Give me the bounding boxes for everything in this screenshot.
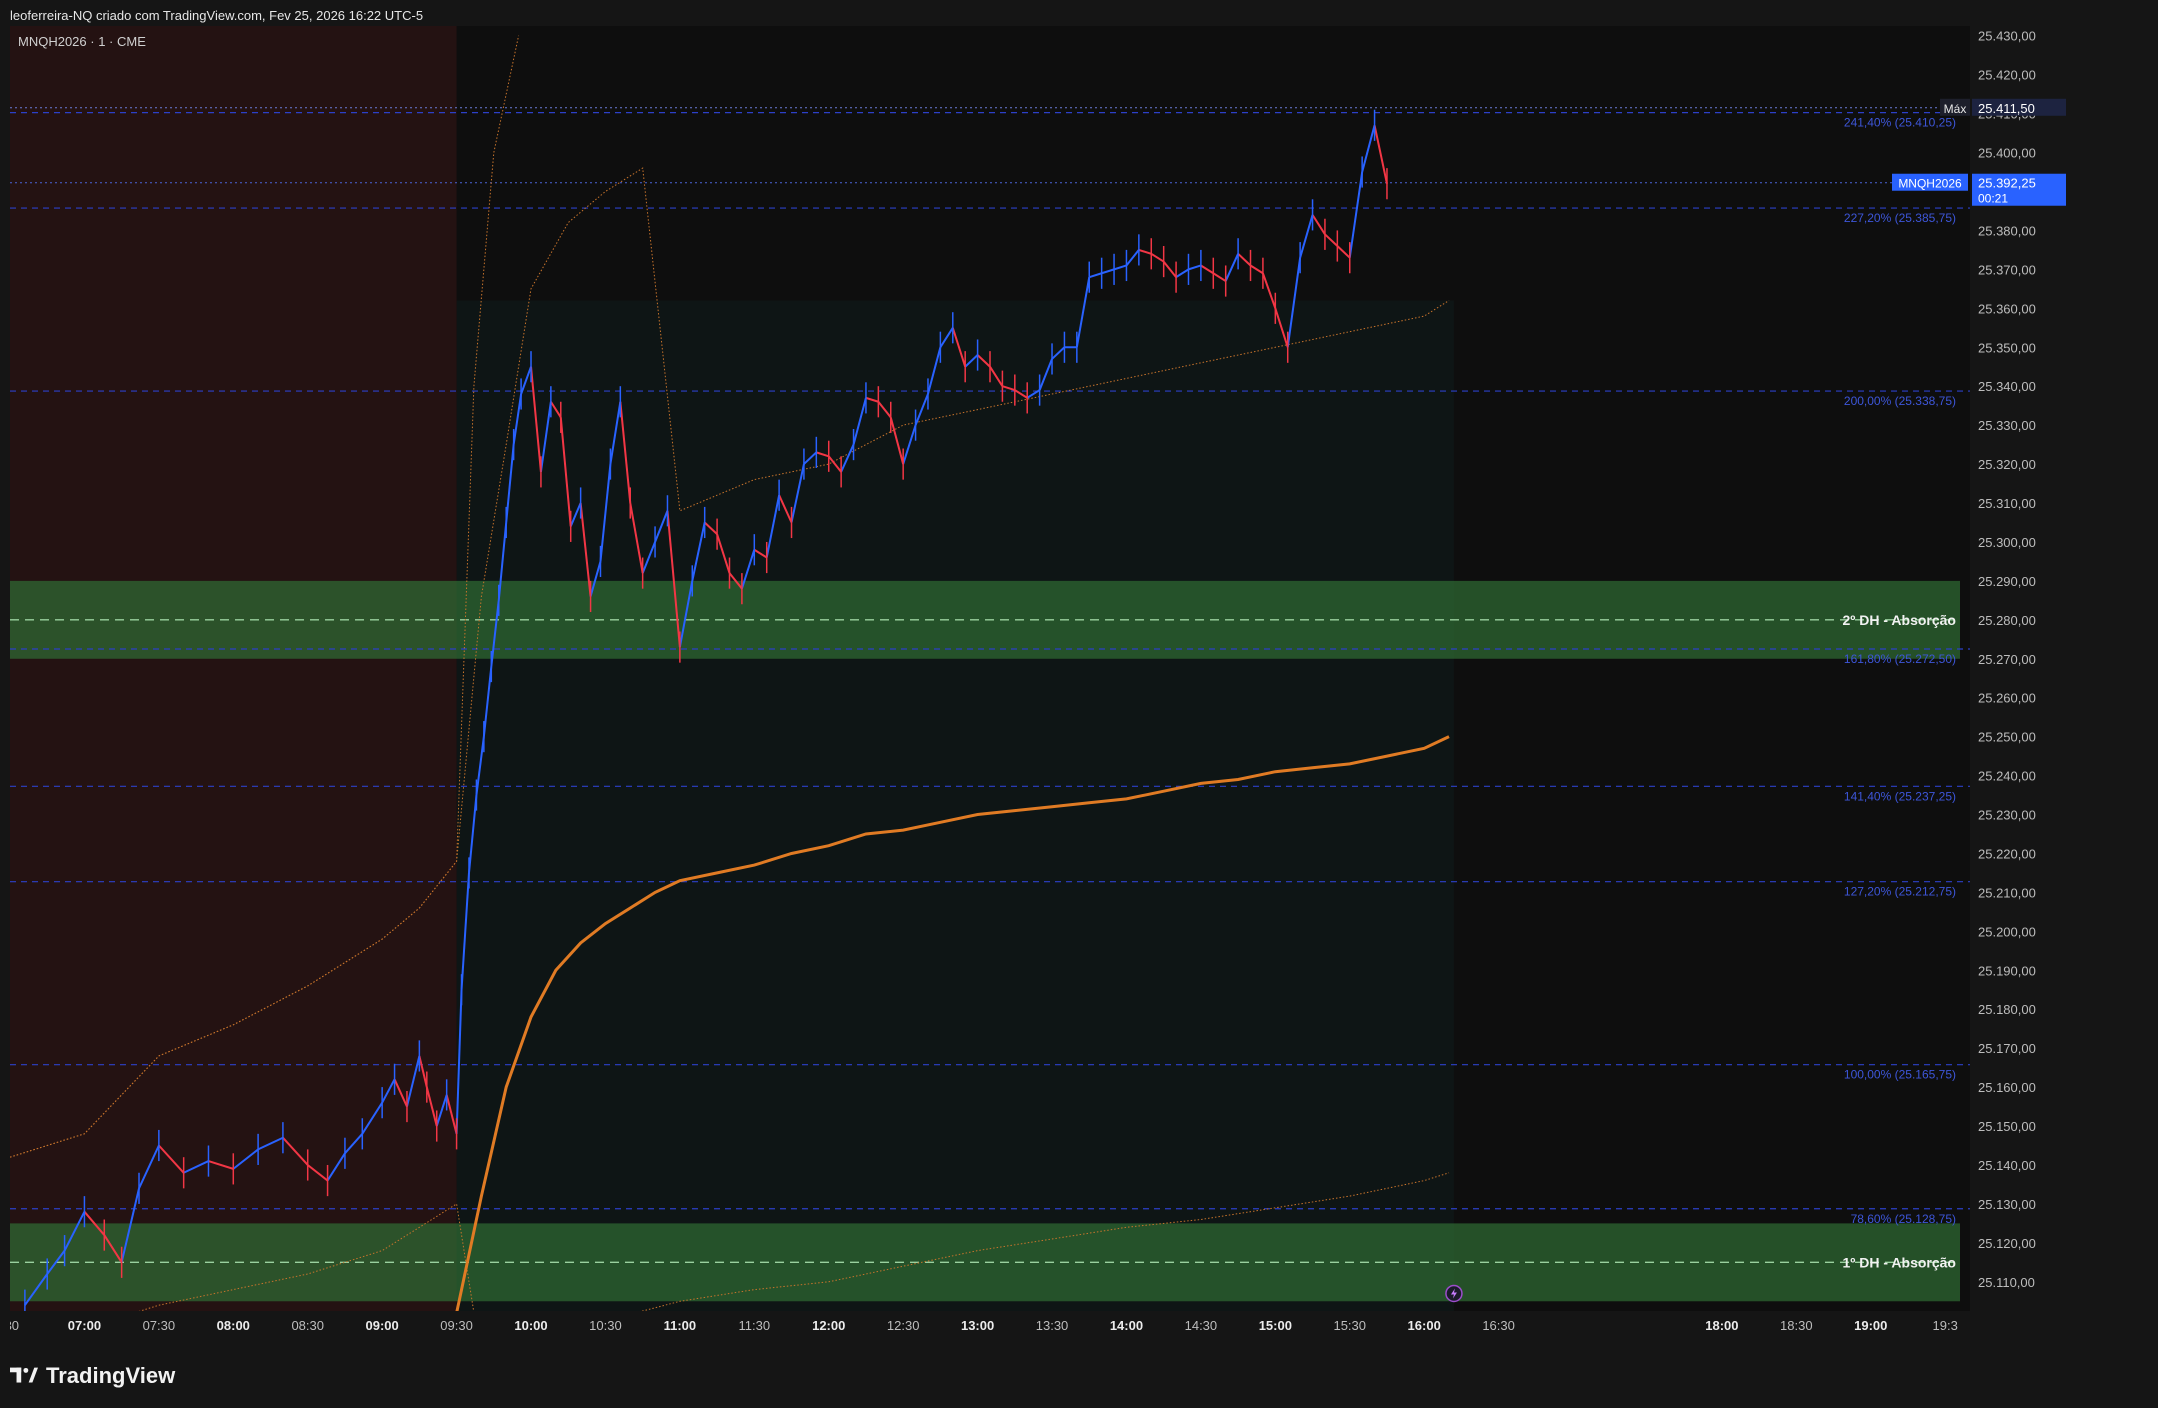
fib-level-label: 100,00% (25.165,75): [1844, 1068, 1956, 1082]
x-tick-label: 10:00: [514, 1318, 547, 1333]
bar-countdown-label: 00:21: [1978, 192, 2008, 206]
y-tick-label: 25.280,00: [1978, 613, 2036, 628]
y-tick-label: 25.430,00: [1978, 29, 2036, 44]
y-tick-label: 25.360,00: [1978, 301, 2036, 316]
last-price-label: 25.392,25: [1978, 176, 2036, 191]
y-tick-label: 25.400,00: [1978, 146, 2036, 161]
fib-level-label: 241,40% (25.410,25): [1844, 116, 1956, 130]
x-tick-label: 09:00: [366, 1318, 399, 1333]
y-tick-label: 25.310,00: [1978, 496, 2036, 511]
x-tick-label: 10:30: [589, 1318, 622, 1333]
x-tick-label: 15:00: [1259, 1318, 1292, 1333]
zone-label: 2º DH - Absorção: [1842, 612, 1956, 628]
tradingview-icon: [10, 1367, 38, 1383]
y-tick-label: 25.140,00: [1978, 1158, 2036, 1173]
zone-label: 1º DH - Absorção: [1842, 1254, 1956, 1270]
y-tick-label: 25.370,00: [1978, 262, 2036, 277]
x-tick-label: 13:00: [961, 1318, 994, 1333]
y-tick-label: 25.170,00: [1978, 1041, 2036, 1056]
x-tick-label: 09:30: [440, 1318, 473, 1333]
y-tick-label: 25.240,00: [1978, 769, 2036, 784]
y-tick-label: 25.250,00: [1978, 730, 2036, 745]
y-tick-label: 25.420,00: [1978, 68, 2036, 83]
symbol-label: MNQH2026 · 1 · CME: [18, 34, 146, 49]
brand-name: TradingView: [46, 1363, 176, 1388]
y-tick-label: 25.380,00: [1978, 223, 2036, 238]
y-tick-label: 25.120,00: [1978, 1236, 2036, 1251]
y-tick-label: 25.270,00: [1978, 652, 2036, 667]
x-tick-label: 07:00: [68, 1318, 101, 1333]
x-tick-label: 18:00: [1705, 1318, 1738, 1333]
x-tick-label: 19:3: [1933, 1318, 1958, 1333]
fib-level-label: 227,20% (25.385,75): [1844, 211, 1956, 225]
fib-level-label: 127,20% (25.212,75): [1844, 885, 1956, 899]
x-tick-label: 19:00: [1854, 1318, 1887, 1333]
y-tick-label: 25.230,00: [1978, 808, 2036, 823]
fib-level-label: 161,80% (25.272,50): [1844, 652, 1956, 666]
x-tick-label: 08:00: [217, 1318, 250, 1333]
y-tick-label: 25.220,00: [1978, 846, 2036, 861]
fib-level-label: 78,60% (25.128,75): [1851, 1212, 1956, 1226]
x-tick-label: 14:00: [1110, 1318, 1143, 1333]
x-tick-label: 16:00: [1408, 1318, 1441, 1333]
x-tick-label: 16:30: [1482, 1318, 1515, 1333]
y-tick-label: 25.150,00: [1978, 1119, 2036, 1134]
y-tick-label: 25.190,00: [1978, 963, 2036, 978]
fib-level-label: 141,40% (25.237,25): [1844, 789, 1956, 803]
y-tick-label: 25.160,00: [1978, 1080, 2036, 1095]
y-tick-label: 25.340,00: [1978, 379, 2036, 394]
x-tick-label: 07:30: [143, 1318, 176, 1333]
fib-level-label: 200,00% (25.338,75): [1844, 394, 1956, 408]
x-tick-label: 12:00: [812, 1318, 845, 1333]
y-tick-label: 25.200,00: [1978, 924, 2036, 939]
max-label: Máx: [1944, 102, 1967, 116]
symbol-tag-label: MNQH2026: [1898, 177, 1962, 191]
y-tick-label: 25.350,00: [1978, 340, 2036, 355]
chart-frame[interactable]: 2º DH - Absorção 1º DH - Absorção 241,40% …: [10, 26, 2068, 1336]
x-tick-label: :30: [10, 1318, 19, 1333]
y-tick-label: 25.180,00: [1978, 1002, 2036, 1017]
x-tick-label: 12:30: [887, 1318, 920, 1333]
max-value-label: 25.411,50: [1978, 101, 2035, 116]
session-band-fill: [456, 300, 1454, 1312]
y-tick-label: 25.130,00: [1978, 1197, 2036, 1212]
y-tick-label: 25.330,00: [1978, 418, 2036, 433]
y-tick-label: 25.320,00: [1978, 457, 2036, 472]
x-tick-label: 15:30: [1333, 1318, 1366, 1333]
price-chart[interactable]: 2º DH - Absorção 1º DH - Absorção 241,40% …: [10, 26, 2068, 1336]
x-tick-label: 08:30: [291, 1318, 324, 1333]
y-tick-label: 25.290,00: [1978, 574, 2036, 589]
x-tick-label: 11:00: [664, 1318, 697, 1333]
y-tick-label: 25.210,00: [1978, 885, 2036, 900]
x-tick-label: 11:30: [739, 1318, 771, 1333]
x-tick-label: 18:30: [1780, 1318, 1813, 1333]
y-tick-label: 25.110,00: [1978, 1275, 2035, 1290]
x-tick-label: 13:30: [1036, 1318, 1069, 1333]
chart-caption: leoferreira-NQ criado com TradingView.co…: [10, 8, 424, 23]
premarket-shading: [10, 26, 457, 1311]
x-tick-label: 14:30: [1185, 1318, 1218, 1333]
tradingview-logo[interactable]: TradingView: [10, 1363, 175, 1389]
y-tick-label: 25.300,00: [1978, 535, 2036, 550]
y-tick-label: 25.260,00: [1978, 691, 2036, 706]
